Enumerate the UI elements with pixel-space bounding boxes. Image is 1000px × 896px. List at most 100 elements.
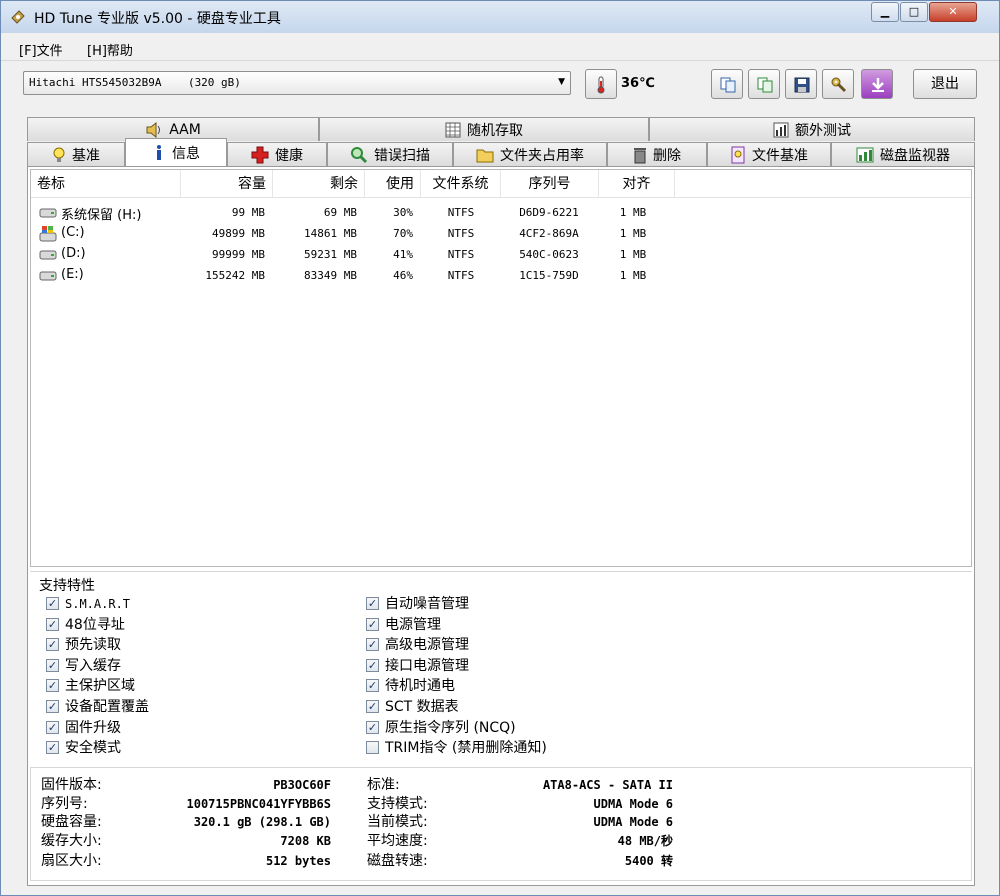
tab-info[interactable]: 信息 (125, 138, 227, 166)
download-button[interactable] (861, 69, 893, 99)
speaker-icon (146, 121, 161, 138)
column-header-serial[interactable]: 序列号 (501, 170, 599, 198)
cell-filesystem: NTFS (447, 269, 475, 282)
rotation-value: 5400 转 (624, 854, 673, 868)
cell-used: 46% (393, 269, 413, 282)
cell-alignment: 1 MB (619, 227, 647, 240)
cell-filesystem: NTFS (447, 206, 475, 219)
info-row-standard: 标准: ATA8-ACS - SATA II (367, 776, 673, 794)
info-row-avg-speed: 平均速度: 48 MB/秒 (367, 832, 673, 850)
column-header-free[interactable]: 剩余 (273, 170, 365, 198)
current-mode-label: 当前模式: (367, 814, 428, 830)
column-header-filesystem[interactable]: 文件系统 (421, 170, 501, 198)
capacity-value: 320.1 gB (298.1 GB) (193, 815, 331, 829)
drive-icon (39, 250, 57, 260)
table-row[interactable]: (E:) 155242 MB 83349 MB 46% NTFS 1C15-75… (31, 265, 971, 286)
cell-alignment: 1 MB (619, 206, 647, 219)
supported-features-group: 支持特性 ✓ S.M.A.R.T ✓ 48位寻址 ✓ 预先读取 ✓ 写入缓存 ✓ 主保护区… (30, 571, 972, 761)
cell-capacity: 49899 MB (212, 227, 265, 240)
temperature-button[interactable] (585, 69, 617, 99)
firmware-value: PB3OC60F (273, 778, 331, 792)
checkbox-48bit[interactable]: ✓ (46, 618, 59, 631)
checkbox-read-lookahead[interactable]: ✓ (46, 638, 59, 651)
info-row-capacity: 硬盘容量: 320.1 gB (298.1 GB) (41, 813, 331, 831)
tab-health[interactable]: 健康 (227, 142, 327, 166)
current-mode-value: UDMA Mode 6 (593, 815, 673, 829)
checkbox-sct[interactable]: ✓ (366, 700, 379, 713)
firmware-label: 固件版本: (41, 777, 102, 793)
table-row[interactable]: 系统保留 (H:) 99 MB 69 MB 30% NTFS D6D9-6221… (31, 202, 971, 223)
checkbox-interface-power[interactable]: ✓ (366, 659, 379, 672)
column-header-used[interactable]: 使用 (365, 170, 421, 198)
tab-extra-tests[interactable]: 额外测试 (649, 117, 975, 141)
column-header-capacity[interactable]: 容量 (181, 170, 273, 198)
checkbox-smart[interactable]: ✓ (46, 597, 59, 610)
checkbox-dco[interactable]: ✓ (46, 700, 59, 713)
tab-error-scan[interactable]: 错误扫描 (327, 142, 453, 166)
info-row-rotation: 磁盘转速: 5400 转 (367, 852, 673, 870)
checkbox-ncq[interactable]: ✓ (366, 721, 379, 734)
cell-alignment: 1 MB (619, 248, 647, 261)
feature-firmware-upgrade-label: 固件升级 (65, 720, 121, 736)
checkbox-apm[interactable]: ✓ (366, 638, 379, 651)
title-bar[interactable]: HD Tune 专业版 v5.00 - 硬盘专业工具 ▁ □ ✕ (1, 1, 999, 33)
cell-free: 69 MB (323, 206, 357, 219)
cell-volume: 系统保留 (H:) (61, 208, 142, 223)
checkbox-security-mode[interactable]: ✓ (46, 741, 59, 754)
file-benchmark-icon (731, 146, 745, 163)
menu-file[interactable]: [F]文件 (19, 40, 63, 59)
checkbox-hpa[interactable]: ✓ (46, 679, 59, 692)
tab-benchmark[interactable]: 基准 (27, 142, 125, 166)
menu-help[interactable]: [H]帮助 (87, 40, 133, 59)
tab-erase[interactable]: 删除 (607, 142, 707, 166)
avg-speed-value: 48 MB/秒 (617, 834, 673, 848)
checkbox-firmware-upgrade[interactable]: ✓ (46, 721, 59, 734)
close-button[interactable]: ✕ (929, 2, 977, 22)
table-row[interactable]: (D:) 99999 MB 59231 MB 41% NTFS 540C-062… (31, 244, 971, 265)
column-header-volume[interactable]: 卷标 (31, 170, 181, 198)
info-row-supported-mode: 支持模式: UDMA Mode 6 (367, 795, 673, 813)
floppy-icon (794, 77, 810, 93)
feature-write-cache-label: 写入缓存 (65, 658, 121, 674)
copy-all-button[interactable] (748, 69, 780, 99)
cell-volume: (C:) (61, 225, 85, 240)
feature-security-mode-label: 安全模式 (65, 740, 121, 756)
checkbox-trim[interactable] (366, 741, 379, 754)
column-header-alignment[interactable]: 对齐 (599, 170, 675, 198)
copy-info-button[interactable] (711, 69, 743, 99)
partition-list[interactable]: 卷标 容量 剩余 使用 文件系统 序列号 对齐 系统保留 (H:) 99 MB … (30, 169, 972, 567)
drive-select[interactable]: Hitachi HTS545032B9A (320 gB) ▼ (23, 71, 571, 95)
cell-used: 70% (393, 227, 413, 240)
checkbox-write-cache[interactable]: ✓ (46, 659, 59, 672)
cell-free: 14861 MB (304, 227, 357, 240)
tab-disk-monitor[interactable]: 磁盘监视器 (831, 142, 975, 166)
tab-file-benchmark[interactable]: 文件基准 (707, 142, 831, 166)
cell-volume: (D:) (61, 246, 86, 261)
window-title: HD Tune 专业版 v5.00 - 硬盘专业工具 (34, 11, 281, 27)
options-button[interactable] (822, 69, 854, 99)
maximize-button[interactable]: □ (900, 2, 928, 22)
tab-health-label: 健康 (275, 147, 303, 164)
minimize-button[interactable]: ▁ (871, 2, 899, 22)
info-row-serial: 序列号: 100715PBNC041YFYBB6S (41, 795, 331, 813)
checkbox-power-management[interactable]: ✓ (366, 618, 379, 631)
capacity-label: 硬盘容量: (41, 814, 102, 830)
partition-list-header: 卷标 容量 剩余 使用 文件系统 序列号 对齐 (31, 170, 971, 198)
temperature-readout: 36℃ (621, 76, 655, 91)
cell-free: 83349 MB (304, 269, 357, 282)
tab-file-benchmark-label: 文件基准 (752, 147, 808, 164)
tab-folder-usage-label: 文件夹占用率 (500, 147, 584, 164)
exit-button[interactable]: 退出 (913, 69, 977, 99)
drive-icon (39, 208, 57, 218)
sector-label: 扇区大小: (41, 853, 102, 869)
tab-folder-usage[interactable]: 文件夹占用率 (453, 142, 607, 166)
dropdown-arrow-icon: ▼ (558, 77, 565, 87)
table-row[interactable]: (C:) 49899 MB 14861 MB 70% NTFS 4CF2-869… (31, 223, 971, 244)
checkbox-aam[interactable]: ✓ (366, 597, 379, 610)
tab-error-scan-label: 错误扫描 (374, 147, 430, 164)
checkbox-power-up-standby[interactable]: ✓ (366, 679, 379, 692)
app-icon (11, 10, 25, 24)
save-button[interactable] (785, 69, 817, 99)
tab-random-access[interactable]: 随机存取 (319, 117, 649, 141)
feature-power-up-standby-label: 待机时通电 (385, 678, 455, 694)
